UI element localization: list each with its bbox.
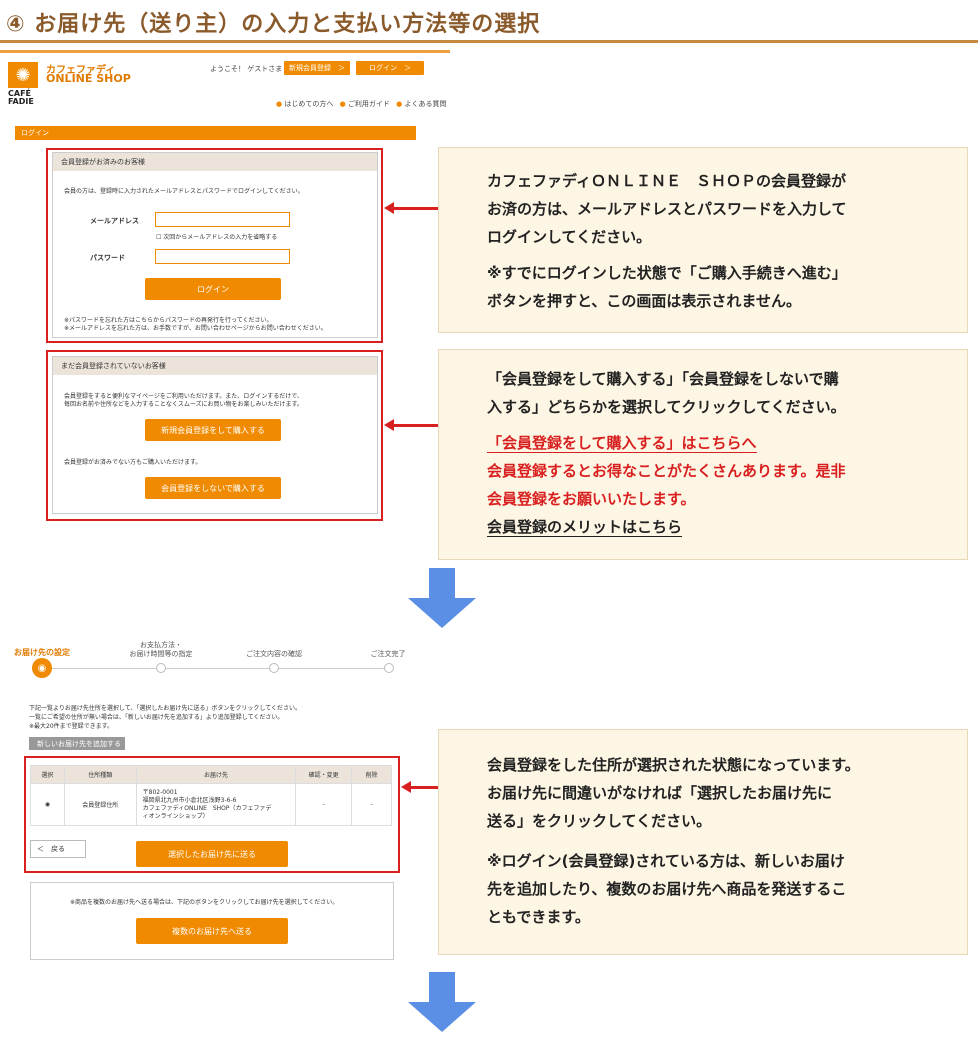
- guest-intro-line2: 毎回お名前や住所などを入力することなくスムーズにお買い物をお楽しみいただけます。: [64, 401, 303, 408]
- address-intro-line1: 下記一覧よりお届け先住所を選択して、「選択したお届け先に送る」ボタンをクリックし…: [29, 705, 302, 712]
- info-line: 送る」をクリックしてください。: [487, 812, 712, 830]
- arrow-left-icon: [384, 419, 438, 431]
- header-help-links: ● はじめての方へ ● ご利用ガイド ● よくある質問: [276, 99, 447, 109]
- password-label: パスワード: [90, 254, 125, 262]
- col-select: 選択: [30, 765, 65, 784]
- multi-destination-note: ※商品を複数のお届け先へ送る場合は、下記のボタンをクリックしてお届け先を選択して…: [70, 899, 339, 906]
- brand-subname: ONLINE SHOP: [46, 72, 131, 85]
- info-line: カフェファディＯＮＬＩＮＥ ＳＨＯＰの会員登録が: [487, 172, 846, 190]
- col-delete: 削除: [351, 765, 392, 784]
- address-table: 選択 住所種類 お届け先 確認・変更 削除 ◉ 会員登録住所 〒802-0001…: [30, 765, 392, 826]
- logo-wordmark: CAFÉ FADIE: [8, 89, 34, 106]
- arrow-down-icon: [402, 568, 482, 628]
- back-button[interactable]: ＜ 戻る: [30, 840, 86, 858]
- location-pin-icon: ◉: [32, 658, 52, 678]
- col-destination: お届け先: [135, 765, 297, 784]
- step-payment-label: お支払方法・ お届け時間等の指定: [126, 641, 196, 659]
- guest-panel-heading: まだ会員登録されていないお客様: [53, 357, 377, 375]
- col-type: 住所種類: [63, 765, 137, 784]
- page-title: ④ お届け先（送り主）の入力と支払い方法等の選択: [6, 12, 541, 37]
- arrow-down-icon: [402, 972, 482, 1032]
- info-line: ともできます。: [487, 908, 590, 926]
- info-register-text: 「会員登録をして購入する」「会員登録をしないで購 入する」どちらかを選択してクリ…: [487, 365, 846, 541]
- info-line: お済の方は、メールアドレスとパスワードを入力して: [487, 200, 847, 218]
- info-red-line: 会員登録するとお得なことがたくさんあります。是非: [487, 462, 846, 480]
- info-line: 会員登録をした住所が選択された状態になっています。: [487, 756, 860, 774]
- step-complete-label: ご注文完了: [370, 650, 406, 658]
- info-line: お届け先に間違いがなければ「選択したお届け先に: [487, 784, 833, 802]
- step-delivery-label: お届け先の設定: [14, 648, 70, 657]
- register-header-button[interactable]: 新規会員登録 ＞: [284, 61, 350, 75]
- shop-top-border: [0, 50, 450, 53]
- add-address-button[interactable]: 新しいお届け先を追加する ＞: [29, 737, 135, 750]
- info-line: ※すでにログインした状態で「ご購入手続きへ進む」: [487, 264, 847, 282]
- step-payment-line2: お届け時間等の指定: [129, 650, 193, 658]
- info-line: ボタンを押すと、この画面は表示されません。: [487, 292, 801, 310]
- step-confirm-label: ご注文内容の確認: [246, 650, 302, 658]
- member-intro-text: 会員の方は、登録時に入力されたメールアドレスとパスワードでログインしてください。: [64, 188, 304, 195]
- address-type: 会員登録住所: [63, 783, 137, 826]
- help-circle-icon: ●: [276, 100, 283, 108]
- welcome-text: ようこそ！ ゲストさま: [210, 65, 283, 73]
- nav-faq-link[interactable]: よくある質問: [405, 100, 447, 108]
- info-line: ログインしてください。: [487, 228, 652, 246]
- member-merit-link[interactable]: 会員登録のメリットはこちら: [487, 518, 683, 537]
- email-field[interactable]: [155, 212, 290, 227]
- help-circle-icon: ●: [396, 100, 403, 108]
- step-payment-line1: お支払方法・: [140, 641, 182, 649]
- sun-logo-icon: ✺: [8, 62, 38, 88]
- guest-buy-button[interactable]: 会員登録をしないで購入する: [145, 477, 281, 499]
- login-header-button[interactable]: ログイン ＞: [356, 61, 424, 75]
- password-field[interactable]: [155, 249, 290, 264]
- help-circle-icon: ●: [339, 100, 346, 108]
- nav-first-time-link[interactable]: はじめての方へ: [284, 100, 333, 108]
- address-edit[interactable]: -: [295, 783, 353, 826]
- step-dot: [384, 663, 394, 673]
- register-here-link[interactable]: 「会員登録をして購入する」はこちらへ: [487, 434, 757, 453]
- address-intro-line2: 一覧にご希望の住所が無い場合は、「新しいお届け先を追加する」より追加登録してくだ…: [29, 714, 284, 721]
- info-address-text: 会員登録をした住所が選択された状態になっています。 お届け先に間違いがなければ「…: [487, 751, 860, 931]
- info-red-line: 会員登録をお願いいたします。: [487, 490, 696, 508]
- address-table-header: 選択 住所種類 お届け先 確認・変更 削除: [30, 765, 392, 784]
- guest-purchase-note: 会員登録がお済みでない方もご購入いただけます。: [64, 459, 202, 466]
- login-section-bar: ログイン: [15, 126, 416, 140]
- progress-line: [40, 668, 390, 669]
- nav-guide-link[interactable]: ご利用ガイド: [348, 100, 390, 108]
- title-divider: [0, 40, 978, 43]
- email-forgot-note: ※メールアドレスを忘れた方は、お手数ですが、お問い合わせページからお問い合わせく…: [64, 325, 327, 332]
- info-login-text: カフェファディＯＮＬＩＮＥ ＳＨＯＰの会員登録が お済の方は、メールアドレスとパ…: [487, 167, 847, 315]
- address-line: 福岡県北九州市小倉北区浅野3-6-6: [142, 796, 237, 804]
- table-row: ◉ 会員登録住所 〒802-0001 福岡県北九州市小倉北区浅野3-6-6 カフ…: [30, 783, 392, 826]
- register-and-buy-button[interactable]: 新規会員登録をして購入する: [145, 419, 281, 441]
- member-panel-heading: 会員登録がお済みのお客様: [53, 153, 377, 171]
- address-line: カフェファディONLINE SHOP（カフェファデ: [142, 804, 272, 812]
- remember-email-label: 次回からメールアドレスの入力を省略する: [163, 234, 278, 241]
- step-dot: [269, 663, 279, 673]
- col-edit: 確認・変更: [295, 765, 353, 784]
- info-line: 「会員登録をして購入する」「会員登録をしないで購: [487, 370, 839, 388]
- arrow-left-icon: [384, 202, 438, 214]
- address-delete[interactable]: -: [351, 783, 392, 826]
- info-line: 入する」どちらかを選択してクリックしてください。: [487, 398, 846, 416]
- send-to-selected-button[interactable]: 選択したお届け先に送る: [136, 841, 288, 867]
- address-radio[interactable]: ◉: [30, 783, 65, 826]
- step-dot: [156, 663, 166, 673]
- address-text: 〒802-0001 福岡県北九州市小倉北区浅野3-6-6 カフェファディONLI…: [135, 783, 297, 826]
- multi-destination-button[interactable]: 複数のお届け先へ送る: [136, 918, 288, 944]
- email-label: メールアドレス: [90, 217, 139, 225]
- info-line: 先を追加したり、複数のお届け先へ商品を発送するこ: [487, 880, 847, 898]
- address-line: ィオンラインショップ）: [142, 812, 209, 820]
- login-button[interactable]: ログイン: [145, 278, 281, 300]
- remember-email-checkbox[interactable]: ☐ 次回からメールアドレスの入力を省略する: [156, 232, 277, 241]
- member-login-panel: 会員登録がお済みのお客様: [52, 152, 378, 338]
- address-line: 〒802-0001: [142, 788, 178, 796]
- address-intro-line3: ※最大20件まで登録できます。: [29, 723, 114, 730]
- info-line: ※ログイン(会員登録)されている方は、新しいお届け: [487, 852, 845, 870]
